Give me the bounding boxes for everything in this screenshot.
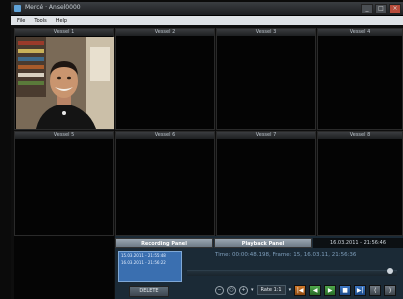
vessel-label: Vessel 4 bbox=[318, 29, 402, 36]
vessel-label: Vessel 7 bbox=[217, 132, 315, 139]
list-item[interactable]: 15.03.2011 - 21:55:48 bbox=[119, 252, 181, 259]
vessel-6[interactable]: Vessel 6 bbox=[115, 131, 215, 236]
menu-help[interactable]: Help bbox=[56, 18, 67, 24]
transport-controls: − ○ + ▾ Rate 1:1 ▾ |◀ ◀ ▶ ■ ▶| ⟨ ⟩ bbox=[215, 283, 397, 297]
vessel-label: Vessel 2 bbox=[116, 29, 214, 36]
delete-button[interactable]: DELETE bbox=[129, 286, 169, 297]
maximize-button[interactable]: □ bbox=[375, 4, 387, 14]
menu-bar: File Tools Help bbox=[11, 16, 403, 25]
rate-select[interactable]: Rate 1:1 bbox=[256, 285, 286, 295]
vessel-7[interactable]: Vessel 7 bbox=[216, 131, 316, 236]
title-bar: Mercé · Ansel0000 _ □ × bbox=[11, 2, 403, 16]
play-button[interactable]: ▶ bbox=[324, 284, 337, 296]
recordings-list[interactable]: 15.03.2011 - 21:55:48 16.03.2011 - 21:56… bbox=[118, 251, 182, 282]
vessel-4[interactable]: Vessel 4 bbox=[317, 28, 403, 130]
vessel-5[interactable]: Vessel 5 bbox=[14, 131, 114, 236]
scrubber-handle[interactable] bbox=[387, 268, 393, 274]
vessel-label: Vessel 6 bbox=[116, 132, 214, 139]
app-window: Mercé · Ansel0000 _ □ × File Tools Help … bbox=[11, 2, 403, 299]
timecode-readout: Time: 00:00:48.198, Frame: 15, 16.03.11,… bbox=[215, 252, 357, 258]
vessel-1[interactable]: Vessel 1 bbox=[14, 28, 114, 130]
circle-icon[interactable]: ○ bbox=[227, 285, 236, 295]
playback-scrubber[interactable] bbox=[187, 268, 397, 276]
window-controls: _ □ × bbox=[361, 4, 401, 14]
minus-icon[interactable]: − bbox=[215, 285, 224, 295]
vessel-label: Vessel 8 bbox=[318, 132, 402, 139]
tab-playback-panel[interactable]: Playback Panel bbox=[214, 238, 312, 248]
lower-left-blank bbox=[14, 236, 114, 299]
stop-button[interactable]: ■ bbox=[339, 284, 352, 296]
menu-tools[interactable]: Tools bbox=[34, 18, 46, 24]
vessel-label: Vessel 3 bbox=[217, 29, 315, 36]
skip-forward-button[interactable]: ▶| bbox=[354, 284, 367, 296]
vessel-label: Vessel 5 bbox=[15, 132, 113, 139]
rewind-button[interactable]: ◀ bbox=[309, 284, 322, 296]
prev-frame-button[interactable]: ⟨ bbox=[369, 284, 382, 296]
vessel-8[interactable]: Vessel 8 bbox=[317, 131, 403, 236]
vessel-2[interactable]: Vessel 2 bbox=[115, 28, 215, 130]
app-icon bbox=[14, 5, 21, 12]
webcam-feed bbox=[16, 37, 114, 129]
minimize-button[interactable]: _ bbox=[361, 4, 373, 14]
control-panels: Recording Panel Playback Panel 16.03.201… bbox=[115, 236, 403, 299]
menu-file[interactable]: File bbox=[17, 18, 25, 24]
vessel-label: Vessel 1 bbox=[15, 29, 113, 36]
tab-recording-panel[interactable]: Recording Panel bbox=[115, 238, 213, 248]
chevron-down-icon[interactable]: ▾ bbox=[251, 287, 254, 293]
webcam-image bbox=[16, 37, 114, 129]
chevron-down-icon[interactable]: ▾ bbox=[289, 287, 292, 293]
datetime-display: 16.03.2011 - 21:56:46 bbox=[313, 238, 403, 248]
skip-back-button[interactable]: |◀ bbox=[294, 284, 307, 296]
window-title: Mercé · Ansel0000 bbox=[25, 4, 81, 11]
close-button[interactable]: × bbox=[389, 4, 401, 14]
vessel-grid: Vessel 1 Vessel 2 Vessel 3 Vessel 4 Vess… bbox=[14, 28, 403, 236]
lower-area: Recording Panel Playback Panel 16.03.201… bbox=[14, 236, 403, 299]
next-frame-button[interactable]: ⟩ bbox=[384, 284, 397, 296]
vessel-3[interactable]: Vessel 3 bbox=[216, 28, 316, 130]
list-item[interactable]: 16.03.2011 - 21:56:22 bbox=[119, 259, 181, 266]
plus-icon[interactable]: + bbox=[239, 285, 248, 295]
